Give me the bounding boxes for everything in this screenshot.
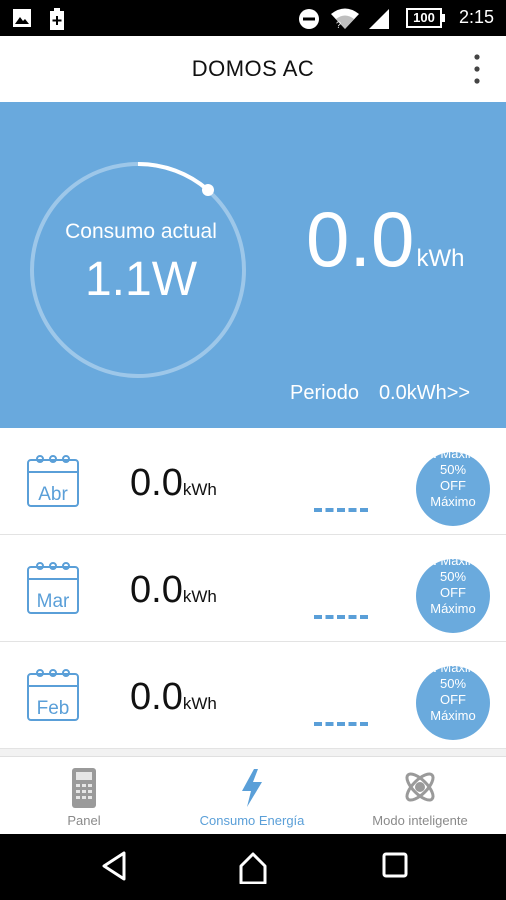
do-not-disturb-icon xyxy=(299,9,319,29)
month-row-feb[interactable]: Feb 0.0kWh N Máxim 50% OFF Máximo xyxy=(0,642,506,749)
total-consumption-value: 0.0 xyxy=(306,195,415,283)
svg-text:?: ? xyxy=(336,20,341,30)
month-label: Mar xyxy=(36,591,70,612)
mode-badge[interactable]: N Máxim 50% OFF Máximo xyxy=(416,666,490,740)
nav-consumo-energia[interactable]: Consumo Energía xyxy=(168,757,336,835)
clock: 2:15 xyxy=(458,7,494,27)
comparison-dash xyxy=(314,508,368,516)
month-label: Abr xyxy=(38,484,68,505)
current-consumption-value: 1.1W xyxy=(84,253,198,306)
month-consumption: 0.0kWh xyxy=(130,676,217,719)
period-link[interactable]: Periodo 0.0kWh>> xyxy=(290,382,470,405)
mode-badge[interactable]: N Máxim 50% OFF Máximo xyxy=(416,559,490,633)
monthly-consumption-list[interactable]: Abr 0.0kWh N Máxim 50% OFF Máximo Mar 0.… xyxy=(0,428,506,756)
month-row-abr[interactable]: Abr 0.0kWh N Máxim 50% OFF Máximo xyxy=(0,428,506,535)
mode-badge-text: N Máxim 50% OFF Máximo xyxy=(427,452,479,509)
battery-level: 100 xyxy=(413,10,435,25)
month-consumption: 0.0kWh xyxy=(130,462,217,505)
image-icon xyxy=(13,9,31,27)
system-navigation-bar xyxy=(0,834,506,900)
month-consumption: 0.0kWh xyxy=(130,569,217,612)
nav-label: Consumo Energía xyxy=(199,813,305,828)
battery-charging-icon xyxy=(50,8,64,30)
comparison-dash xyxy=(314,722,368,730)
month-consumption-unit: kWh xyxy=(182,587,217,606)
month-consumption-unit: kWh xyxy=(182,694,217,713)
mode-badge[interactable]: N Máxim 50% OFF Máximo xyxy=(416,452,490,526)
comparison-dash xyxy=(314,615,368,623)
lightning-bolt-icon xyxy=(242,769,262,807)
home-icon[interactable] xyxy=(236,850,270,884)
nav-label: Panel xyxy=(67,813,101,828)
remote-control-icon xyxy=(72,768,96,808)
total-consumption-unit: kWh xyxy=(416,245,465,272)
status-bar: ? 100 2:15 xyxy=(0,0,506,36)
app-title: DOMOS AC xyxy=(191,56,315,81)
app-bar: DOMOS AC xyxy=(0,36,506,103)
mode-badge-text: N Máxim 50% OFF Máximo xyxy=(427,666,479,723)
month-row-mar[interactable]: Mar 0.0kWh N Máxim 50% OFF Máximo xyxy=(0,535,506,642)
back-icon[interactable] xyxy=(100,850,128,882)
wifi-icon: ? xyxy=(331,8,359,30)
nav-label: Modo inteligente xyxy=(372,813,468,828)
month-consumption-unit: kWh xyxy=(182,480,217,499)
atom-icon xyxy=(405,772,435,802)
month-consumption-value: 0.0 xyxy=(130,569,183,611)
nav-modo-inteligente[interactable]: Modo inteligente xyxy=(336,757,504,835)
period-label: Periodo xyxy=(290,382,359,404)
total-consumption: 0.0kWh xyxy=(306,194,464,285)
cell-signal-icon xyxy=(369,9,389,29)
month-label: Feb xyxy=(36,698,70,719)
period-value: 0.0kWh>> xyxy=(378,382,471,404)
bottom-navigation: Panel Consumo Energía Modo inteligente xyxy=(0,756,506,835)
consumption-summary: Consumo actual 1.1W 0.0kWh Periodo 0.0kWh… xyxy=(0,102,506,428)
current-consumption-label: Consumo actual xyxy=(65,220,217,243)
recents-icon[interactable] xyxy=(380,850,410,880)
mode-badge-text: N Máxim 50% OFF Máximo xyxy=(427,559,479,616)
more-vert-icon[interactable] xyxy=(470,52,484,86)
month-consumption-value: 0.0 xyxy=(130,676,183,718)
nav-panel[interactable]: Panel xyxy=(0,757,168,835)
month-consumption-value: 0.0 xyxy=(130,462,183,504)
